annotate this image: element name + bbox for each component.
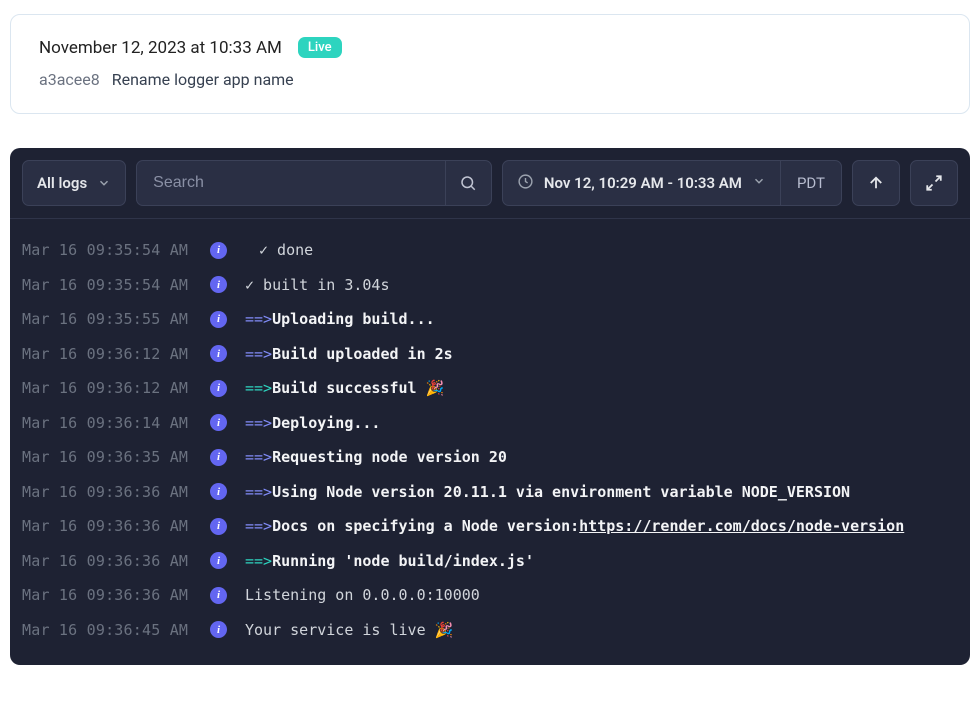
log-message: ==> Build successful 🎉 bbox=[245, 377, 444, 400]
log-timestamp: Mar 16 09:36:36 AM bbox=[22, 550, 192, 573]
log-timestamp: Mar 16 09:36:12 AM bbox=[22, 343, 192, 366]
info-icon: i bbox=[210, 483, 227, 500]
scroll-up-button[interactable] bbox=[852, 160, 900, 206]
info-icon: i bbox=[210, 242, 227, 259]
log-line: Mar 16 09:35:55 AM i ==> Uploading build..… bbox=[22, 302, 958, 337]
log-message: ==> Requesting node version 20 bbox=[245, 446, 507, 469]
search-button[interactable] bbox=[445, 160, 491, 206]
log-message: ==> Running 'node build/index.js' bbox=[245, 550, 534, 573]
log-text: Running 'node build/index.js' bbox=[272, 550, 534, 573]
log-timestamp: Mar 16 09:36:35 AM bbox=[22, 446, 192, 469]
arrow-icon: ==> bbox=[245, 308, 272, 331]
arrow-icon: ==> bbox=[245, 481, 272, 504]
log-message: ==> Docs on specifying a Node version: h… bbox=[245, 515, 904, 538]
log-message: Your service is live 🎉 bbox=[245, 619, 453, 642]
commit-hash: a3acee8 bbox=[39, 70, 100, 89]
logs-panel: All logs Nov 12, 10:29 AM - 10:33 AM bbox=[10, 148, 970, 665]
log-line: Mar 16 09:36:45 AM i Your service is live … bbox=[22, 613, 958, 648]
log-line: Mar 16 09:36:12 AM i ==> Build uploaded in… bbox=[22, 337, 958, 372]
log-link[interactable]: https://render.com/docs/node-version bbox=[579, 515, 904, 538]
log-line: Mar 16 09:36:14 AM i ==> Deploying... bbox=[22, 406, 958, 441]
log-text: Docs on specifying a Node version: bbox=[272, 515, 579, 538]
log-timestamp: Mar 16 09:36:14 AM bbox=[22, 412, 192, 435]
log-text: ✓ built in 3.04s bbox=[245, 274, 390, 297]
live-badge: Live bbox=[298, 37, 342, 58]
log-timestamp: Mar 16 09:36:36 AM bbox=[22, 584, 192, 607]
search-input[interactable] bbox=[137, 174, 445, 192]
log-message: ==> Deploying... bbox=[245, 412, 380, 435]
log-text: Requesting node version 20 bbox=[272, 446, 507, 469]
log-line: Mar 16 09:35:54 AM i ✓ done bbox=[22, 233, 958, 268]
deploy-commit: a3acee8 Rename logger app name bbox=[39, 70, 941, 89]
clock-icon bbox=[517, 173, 534, 194]
log-filter-dropdown[interactable]: All logs bbox=[22, 160, 126, 206]
arrow-icon: ==> bbox=[245, 377, 272, 400]
logs-toolbar: All logs Nov 12, 10:29 AM - 10:33 AM bbox=[10, 148, 970, 219]
chevron-down-icon bbox=[752, 174, 766, 192]
log-line: Mar 16 09:36:36 AM i Listening on 0.0.0.0:… bbox=[22, 578, 958, 613]
log-message: ==> Using Node version 20.11.1 via envir… bbox=[245, 481, 850, 504]
log-list: Mar 16 09:35:54 AMi✓ doneMar 16 09:35:54… bbox=[10, 219, 970, 665]
deploy-timestamp: November 12, 2023 at 10:33 AM bbox=[39, 38, 282, 58]
log-text: ✓ done bbox=[259, 239, 313, 262]
log-line: Mar 16 09:36:35 AM i ==> Requesting node v… bbox=[22, 440, 958, 475]
log-timestamp: Mar 16 09:35:54 AM bbox=[22, 239, 192, 262]
arrow-icon: ==> bbox=[245, 515, 272, 538]
log-timestamp: Mar 16 09:36:36 AM bbox=[22, 515, 192, 538]
log-line: Mar 16 09:36:36 AM i ==> Using Node versio… bbox=[22, 475, 958, 510]
arrow-up-icon bbox=[867, 174, 885, 192]
chevron-down-icon bbox=[97, 176, 111, 190]
log-message: Listening on 0.0.0.0:10000 bbox=[245, 584, 480, 607]
info-icon: i bbox=[210, 380, 227, 397]
info-icon: i bbox=[210, 311, 227, 328]
info-icon: i bbox=[210, 276, 227, 293]
log-timestamp: Mar 16 09:36:45 AM bbox=[22, 619, 192, 642]
deploy-header: November 12, 2023 at 10:33 AM Live bbox=[39, 37, 941, 58]
info-icon: i bbox=[210, 414, 227, 431]
log-line: Mar 16 09:35:54 AM i ✓ built in 3.04s bbox=[22, 268, 958, 303]
arrow-icon: ==> bbox=[245, 343, 272, 366]
info-icon: i bbox=[210, 345, 227, 362]
deploy-card: November 12, 2023 at 10:33 AM Live a3ace… bbox=[10, 14, 970, 114]
commit-message: Rename logger app name bbox=[112, 70, 294, 89]
time-range-picker[interactable]: Nov 12, 10:29 AM - 10:33 AM bbox=[503, 161, 780, 205]
info-icon: i bbox=[210, 449, 227, 466]
info-icon: i bbox=[210, 621, 227, 638]
log-timestamp: Mar 16 09:35:54 AM bbox=[22, 274, 192, 297]
log-line: Mar 16 09:36:36 AM i ==> Running 'node bui… bbox=[22, 544, 958, 579]
search-field[interactable] bbox=[136, 160, 492, 206]
timezone-picker[interactable]: PDT bbox=[780, 161, 841, 205]
log-text: Build successful 🎉 bbox=[272, 377, 444, 400]
time-range-group: Nov 12, 10:29 AM - 10:33 AM PDT bbox=[502, 160, 842, 206]
fullscreen-button[interactable] bbox=[910, 160, 958, 206]
timezone-label: PDT bbox=[797, 174, 825, 192]
info-icon: i bbox=[210, 552, 227, 569]
time-range-label: Nov 12, 10:29 AM - 10:33 AM bbox=[544, 174, 742, 192]
log-text: Using Node version 20.11.1 via environme… bbox=[272, 481, 850, 504]
log-message: ✓ done bbox=[245, 239, 313, 262]
arrow-icon: ==> bbox=[245, 550, 272, 573]
arrow-icon: ==> bbox=[245, 446, 272, 469]
log-text: Your service is live 🎉 bbox=[245, 619, 453, 642]
info-icon: i bbox=[210, 587, 227, 604]
log-text: Deploying... bbox=[272, 412, 380, 435]
log-line: Mar 16 09:36:36 AM i ==> Docs on specifyin… bbox=[22, 509, 958, 544]
log-text: Build uploaded in 2s bbox=[272, 343, 453, 366]
log-message: ==> Build uploaded in 2s bbox=[245, 343, 453, 366]
log-message: ==> Uploading build... bbox=[245, 308, 435, 331]
arrow-icon: ==> bbox=[245, 412, 272, 435]
log-text: Uploading build... bbox=[272, 308, 435, 331]
log-timestamp: Mar 16 09:35:55 AM bbox=[22, 308, 192, 331]
info-icon: i bbox=[210, 518, 227, 535]
expand-icon bbox=[925, 174, 943, 192]
log-text: Listening on 0.0.0.0:10000 bbox=[245, 584, 480, 607]
log-message: ✓ built in 3.04s bbox=[245, 274, 390, 297]
log-timestamp: Mar 16 09:36:36 AM bbox=[22, 481, 192, 504]
log-filter-label: All logs bbox=[37, 174, 87, 192]
log-line: Mar 16 09:36:12 AM i ==> Build successful … bbox=[22, 371, 958, 406]
log-timestamp: Mar 16 09:36:12 AM bbox=[22, 377, 192, 400]
